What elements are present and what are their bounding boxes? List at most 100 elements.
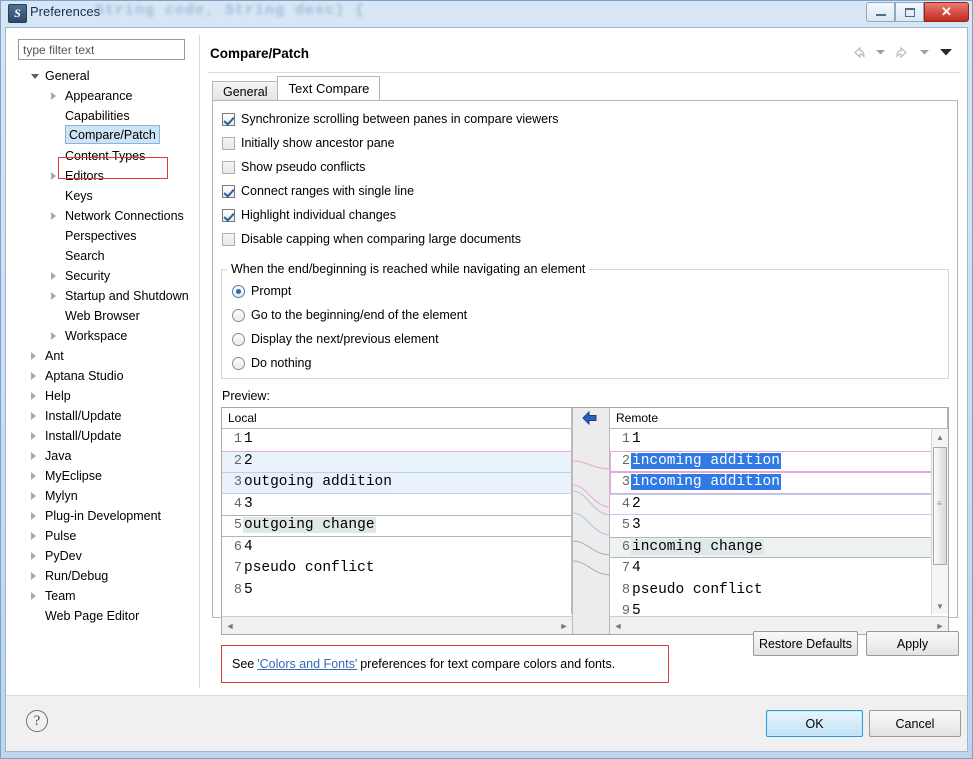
code-line[interactable]: 74 (610, 558, 947, 580)
radio-unselected-icon[interactable] (232, 308, 245, 322)
tree-item-pydev[interactable]: PyDev (15, 546, 195, 566)
tree-item-plug-in-development[interactable]: Plug-in Development (15, 506, 195, 526)
restore-defaults-button[interactable]: Restore Defaults (753, 631, 858, 656)
tree-item-pulse[interactable]: Pulse (15, 526, 195, 546)
chevron-right-icon[interactable] (31, 472, 36, 480)
close-button[interactable]: ✕ (924, 2, 969, 22)
code-line[interactable]: 64 (222, 537, 571, 559)
tree-item-security[interactable]: Security (15, 266, 195, 286)
chevron-right-icon[interactable] (51, 92, 56, 100)
tree-item-appearance[interactable]: Appearance (15, 86, 195, 106)
tree-item-myeclipse[interactable]: MyEclipse (15, 466, 195, 486)
checkbox-row[interactable]: Connect ranges with single line (222, 181, 414, 201)
checkbox-checked-icon[interactable] (222, 112, 235, 126)
code-line[interactable]: 6 incoming change (610, 536, 947, 558)
tree-item-content-types[interactable]: Content Types (15, 146, 195, 166)
code-line[interactable]: 8 pseudo conflict (610, 580, 947, 602)
tree-item-compare-patch[interactable]: Compare/Patch (15, 125, 195, 146)
checkbox-row[interactable]: Show pseudo conflicts (222, 157, 365, 177)
tree-item-startup-and-shutdown[interactable]: Startup and Shutdown (15, 286, 195, 306)
tree-item-web-browser[interactable]: Web Browser (15, 306, 195, 326)
code-line[interactable]: 22 (222, 450, 571, 472)
tree-item-install-update[interactable]: Install/Update (15, 426, 195, 446)
filter-input[interactable]: type filter text (18, 39, 185, 60)
code-line[interactable]: 3 incoming addition (610, 472, 947, 494)
chevron-right-icon[interactable] (31, 572, 36, 580)
preferences-tree[interactable]: General Appearance Capabilities Compare/Pat… (15, 66, 195, 658)
local-pane-body[interactable]: 1 1 2 2 3 outgoing addition 4 3 5 outgoing change… (222, 429, 572, 614)
chevron-right-icon[interactable] (51, 172, 56, 180)
vscroll-thumb[interactable]: ≡ (933, 447, 947, 565)
checkbox-unchecked-icon[interactable] (222, 232, 235, 246)
tree-item-install-update[interactable]: Install/Update (15, 406, 195, 426)
tree-item-mylyn[interactable]: Mylyn (15, 486, 195, 506)
tree-item-web-page-editor[interactable]: Web Page Editor (15, 606, 195, 626)
chevron-right-icon[interactable] (31, 512, 36, 520)
forward-icon[interactable] (892, 43, 912, 61)
radio-selected-icon[interactable] (232, 284, 245, 298)
chevron-right-icon[interactable] (51, 292, 56, 300)
tree-item-perspectives[interactable]: Perspectives (15, 226, 195, 246)
radio-row[interactable]: Do nothing (232, 353, 311, 373)
chevron-down-icon[interactable] (31, 74, 39, 79)
tab-general[interactable]: General (212, 81, 279, 100)
ok-button[interactable]: OK (766, 710, 863, 737)
chevron-right-icon[interactable] (51, 272, 56, 280)
menu-dropdown-icon[interactable] (936, 43, 956, 61)
remote-vertical-scrollbar[interactable]: ▲ ≡ ▼ (931, 429, 948, 614)
chevron-right-icon[interactable] (51, 212, 56, 220)
checkbox-row[interactable]: Highlight individual changes (222, 205, 396, 225)
apply-button[interactable]: Apply (866, 631, 959, 656)
radio-row[interactable]: Prompt (232, 281, 291, 301)
checkbox-checked-icon[interactable] (222, 208, 235, 222)
checkbox-row[interactable]: Synchronize scrolling between panes in c… (222, 109, 559, 129)
radio-row[interactable]: Go to the beginning/end of the element (232, 305, 467, 325)
tree-item-workspace[interactable]: Workspace (15, 326, 195, 346)
tree-item-java[interactable]: Java (15, 446, 195, 466)
radio-unselected-icon[interactable] (232, 356, 245, 370)
copy-left-arrow-icon[interactable] (581, 410, 599, 426)
chevron-right-icon[interactable] (31, 432, 36, 440)
remote-pane-body[interactable]: 1 1 2 incoming addition 3 incoming addition 4 2… (610, 429, 948, 614)
chevron-right-icon[interactable] (31, 372, 36, 380)
local-horizontal-scrollbar[interactable]: ◄ ► (222, 616, 572, 634)
code-line[interactable]: 42 (610, 494, 947, 516)
back-icon[interactable] (848, 43, 868, 61)
tree-item-ant[interactable]: Ant (15, 346, 195, 366)
tree-item-search[interactable]: Search (15, 246, 195, 266)
checkbox-unchecked-icon[interactable] (222, 136, 235, 150)
chevron-right-icon[interactable] (31, 392, 36, 400)
colors-and-fonts-link[interactable]: 'Colors and Fonts' (257, 657, 357, 671)
code-line[interactable]: 5 outgoing change (222, 515, 571, 537)
chevron-right-icon[interactable] (31, 352, 36, 360)
code-line[interactable]: 43 (222, 494, 571, 516)
tree-item-aptana-studio[interactable]: Aptana Studio (15, 366, 195, 386)
scroll-up-icon[interactable]: ▲ (932, 429, 948, 445)
code-line[interactable]: 53 (610, 515, 947, 537)
code-line[interactable]: 85 (222, 580, 571, 602)
back-dropdown-icon[interactable] (870, 43, 890, 61)
forward-dropdown-icon[interactable] (914, 43, 934, 61)
code-line[interactable]: 11 (610, 429, 947, 451)
chevron-right-icon[interactable] (31, 592, 36, 600)
cancel-button[interactable]: Cancel (869, 710, 961, 737)
checkbox-row[interactable]: Initially show ancestor pane (222, 133, 395, 153)
chevron-right-icon[interactable] (31, 492, 36, 500)
chevron-right-icon[interactable] (31, 552, 36, 560)
tree-item-run-debug[interactable]: Run/Debug (15, 566, 195, 586)
tree-item-keys[interactable]: Keys (15, 186, 195, 206)
remote-scroll-left-icon[interactable]: ◄ (610, 618, 626, 633)
tree-item-editors[interactable]: Editors (15, 166, 195, 186)
code-line[interactable]: 2 incoming addition (610, 451, 947, 473)
code-line[interactable]: 3 outgoing addition (222, 472, 571, 494)
code-line[interactable]: 95 (610, 601, 947, 614)
tab-bar[interactable]: General Text Compare (212, 76, 381, 100)
tree-item-help[interactable]: Help (15, 386, 195, 406)
radio-row[interactable]: Display the next/previous element (232, 329, 439, 349)
code-line[interactable]: 11 (222, 429, 571, 451)
chevron-right-icon[interactable] (31, 532, 36, 540)
minimize-button[interactable] (866, 2, 895, 22)
tab-text-compare[interactable]: Text Compare (277, 76, 381, 100)
tree-item-capabilities[interactable]: Capabilities (15, 106, 195, 126)
tree-item-team[interactable]: Team (15, 586, 195, 606)
